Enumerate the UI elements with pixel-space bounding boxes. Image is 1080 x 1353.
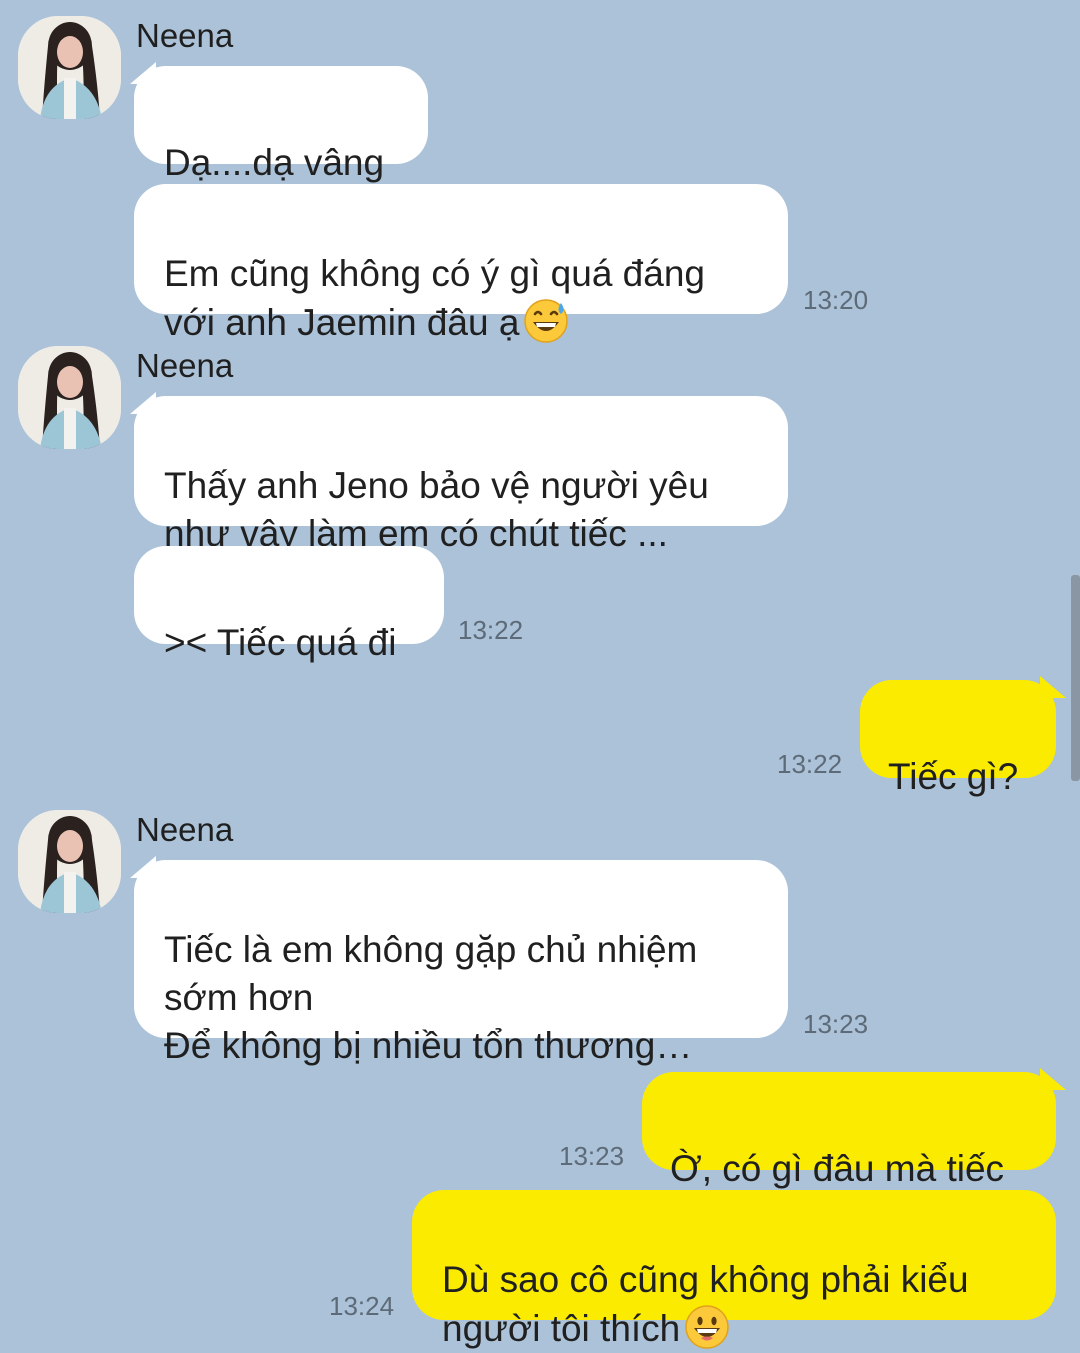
timestamp: 13:22 xyxy=(777,749,843,779)
message-text: Tiếc là em không gặp chủ nhiệm sớm hơn Đ… xyxy=(164,929,698,1066)
sender-name: Neena xyxy=(136,347,234,384)
scrollbar[interactable] xyxy=(1071,575,1080,781)
avatar-photo-icon xyxy=(18,810,121,913)
avatar[interactable] xyxy=(18,810,121,913)
timestamp: 13:20 xyxy=(803,285,869,315)
message-bubble[interactable]: Dù sao cô cũng không phải kiểu người tôi… xyxy=(412,1190,1056,1349)
grinning-emoji xyxy=(685,1305,730,1349)
message-text: >< Tiếc quá đi xyxy=(164,622,397,663)
message-bubble[interactable]: Em cũng không có ý gì quá đáng với anh J… xyxy=(134,184,788,343)
message-text: Dạ....dạ vâng xyxy=(164,142,385,183)
avatar[interactable] xyxy=(18,346,121,449)
message-text: Tiếc gì? xyxy=(888,756,1019,797)
timestamp: 13:23 xyxy=(559,1141,625,1171)
message-bubble[interactable]: Dạ....dạ vâng xyxy=(134,66,428,183)
avatar-photo-icon xyxy=(18,16,121,119)
timestamp: 13:24 xyxy=(329,1291,395,1321)
sender-name: Neena xyxy=(136,811,234,848)
bubble-tail xyxy=(1040,676,1066,698)
message-bubble[interactable]: Ờ, có gì đâu mà tiếc xyxy=(642,1072,1056,1189)
timestamp: 13:23 xyxy=(803,1009,869,1039)
avatar-photo-icon xyxy=(18,346,121,449)
message-text: Ờ, có gì đâu mà tiếc xyxy=(670,1148,1005,1189)
chat-screen: { "chat": { "messages": [ {"sender": "Ne… xyxy=(0,0,1080,1349)
message-bubble[interactable]: Tiếc là em không gặp chủ nhiệm sớm hơn Đ… xyxy=(134,860,788,1066)
avatar[interactable] xyxy=(18,16,121,119)
message-bubble[interactable]: >< Tiếc quá đi xyxy=(134,546,444,663)
grinning-sweat-emoji xyxy=(524,299,569,343)
message-bubble[interactable]: Tiếc gì? xyxy=(860,680,1056,797)
message-bubble[interactable]: Thấy anh Jeno bảo vệ người yêu như vậy l… xyxy=(134,396,788,554)
bubble-tail xyxy=(1040,1068,1066,1090)
sender-name: Neena xyxy=(136,17,234,54)
message-text: Em cũng không có ý gì quá đáng với anh J… xyxy=(164,253,705,343)
timestamp: 13:22 xyxy=(458,615,524,645)
message-text: Thấy anh Jeno bảo vệ người yêu như vậy l… xyxy=(164,465,709,554)
